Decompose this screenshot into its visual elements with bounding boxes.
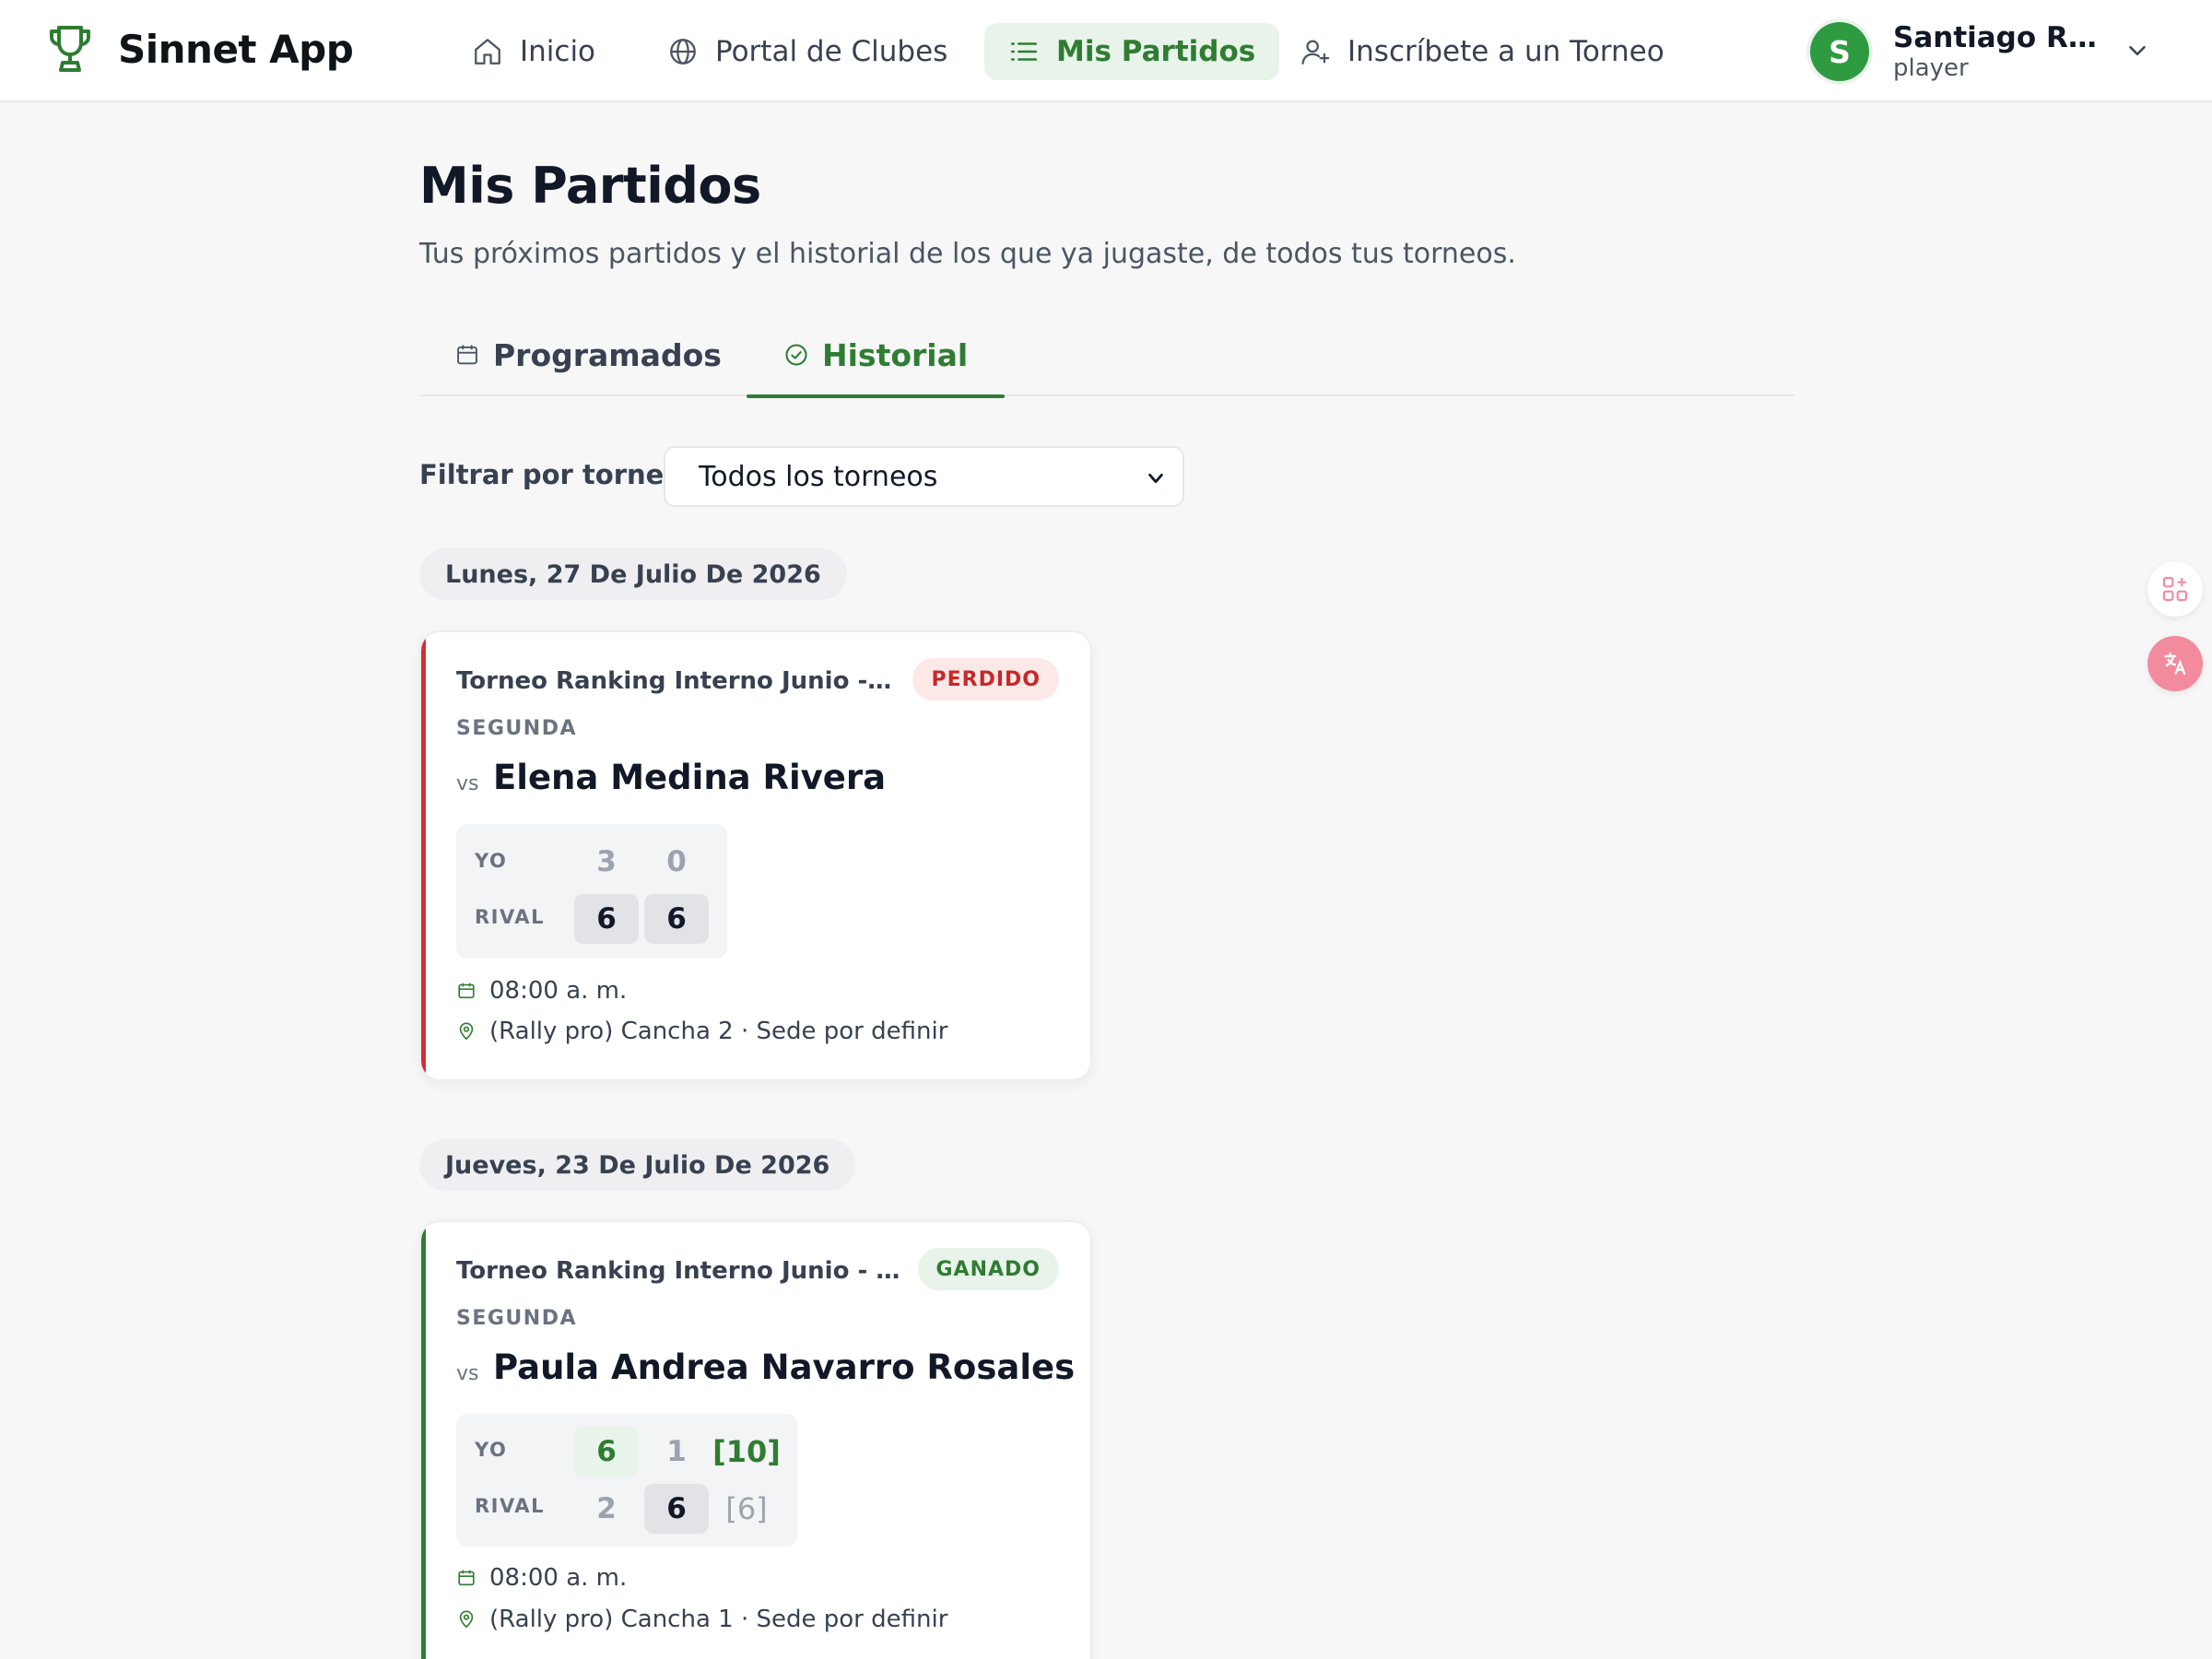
score-label-me: YO [475,1439,508,1461]
globe-icon [670,39,696,65]
nav-item-portal-de-clubes[interactable]: Portal de Clubes [643,23,971,80]
user-plus-icon [1301,40,1330,65]
score-label-rival: RIVAL [475,906,545,928]
tab-historial[interactable]: Historial [746,313,1006,398]
status-badge: GANADO [917,1248,1059,1290]
translate-button[interactable] [2147,636,2203,691]
match-card[interactable]: Torneo Ranking Interno Junio - Rally pro… [419,1220,1092,1659]
match-location: (Rally pro) Cancha 2 · Sede por definir [456,1018,947,1045]
category-label: SEGUNDA [456,717,577,740]
score-cell: 0 [666,845,687,878]
filter-label: Filtrar por torneo [419,459,683,490]
score-label-rival: RIVAL [475,1495,545,1517]
tab-bar: Programados Historial [419,313,1794,398]
nav-item-label: Inicio [520,35,596,68]
score-label-me: YO [475,850,508,872]
tournament-filter-select[interactable]: Todos los torneos [664,446,1184,507]
user-info: Santiago Ro... player [1893,21,2105,82]
app-name: Sinnet App [118,26,354,72]
list-icon [1010,42,1038,61]
score-cell: 6 [644,1484,709,1534]
score-cell: 1 [666,1435,687,1468]
category-label: SEGUNDA [456,1307,577,1330]
score-cell: 2 [596,1492,617,1525]
translate-icon [2164,653,2186,675]
tab-label: Programados [493,336,722,373]
page-title: Mis Partidos [419,157,761,215]
user-role: player [1893,54,1969,82]
avatar: S [1810,22,1869,81]
nav-item-inicio[interactable]: Inicio [448,23,619,80]
nav-item-label: Portal de Clubes [715,35,948,68]
brand[interactable]: Sinnet App [48,24,354,74]
match-time-text: 08:00 a. m. [489,977,628,1005]
opponent-name: Elena Medina Rivera [493,758,887,797]
score-cell: 6 [574,1427,639,1477]
chevron-down-icon[interactable] [2124,37,2151,65]
status-badge: PERDIDO [912,658,1059,700]
scoreboard: YO RIVAL 6 1 [10] 2 6 [6] [456,1414,797,1547]
nav-item-inscribete[interactable]: Inscríbete a un Torneo [1276,23,1688,80]
map-pin-icon [459,1022,474,1041]
check-circle-icon [785,344,807,366]
filter-selected-value: Todos los torneos [699,460,938,493]
map-pin-icon [459,1610,474,1629]
tiebreak-cell: [10] [712,1434,781,1469]
date-header: Jueves, 23 De Julio De 2026 [419,1139,856,1191]
match-card[interactable]: Torneo Ranking Interno Junio - Rally pro… [419,630,1092,1081]
score-cell: 3 [596,845,617,878]
chevron-down-icon [1148,473,1163,484]
opponent-name: Paula Andrea Navarro Rosales [493,1347,1076,1387]
tournament-name: Torneo Ranking Interno Junio - Rally pro [456,667,899,695]
match-location-text: (Rally pro) Cancha 1 · Sede por definir [489,1606,948,1633]
apps-sparkle-button[interactable] [2147,561,2203,617]
nav-item-label: Mis Partidos [1056,35,1256,68]
match-time: 08:00 a. m. [456,977,627,1005]
calendar-icon [458,982,475,999]
calendar-icon [458,1570,475,1586]
tournament-name: Torneo Ranking Interno Junio - Rally pro [456,1257,908,1285]
match-location-text: (Rally pro) Cancha 2 · Sede por definir [489,1018,948,1045]
score-cell: 6 [644,894,709,944]
nav-item-label: Inscríbete a un Torneo [1347,35,1665,68]
calendar-icon [457,345,477,365]
vs-label: vs [456,772,479,795]
tiebreak-cell: [6] [725,1491,768,1526]
user-name: Santiago Ro... [1893,21,2105,54]
scoreboard: YO RIVAL 3 0 6 6 [456,824,727,959]
tab-label: Historial [822,336,969,373]
page-subtitle: Tus próximos partidos y el historial de … [419,238,1516,270]
tab-programados[interactable]: Programados [454,313,722,396]
vs-label: vs [456,1362,479,1385]
nav-item-mis-partidos[interactable]: Mis Partidos [984,23,1280,80]
score-cell: 6 [574,894,639,944]
date-header: Lunes, 27 De Julio De 2026 [419,548,847,600]
match-time-text: 08:00 a. m. [489,1564,628,1592]
apps-sparkle-icon [2162,576,2188,602]
match-location: (Rally pro) Cancha 1 · Sede por definir [456,1606,947,1633]
match-time: 08:00 a. m. [456,1564,627,1592]
home-icon [475,39,500,65]
user-menu[interactable]: S Santiago Ro... player [1810,21,2146,82]
trophy-icon [50,26,90,72]
top-navigation-bar: Sinnet App Inicio Portal de Clubes Mis P… [0,0,2212,102]
